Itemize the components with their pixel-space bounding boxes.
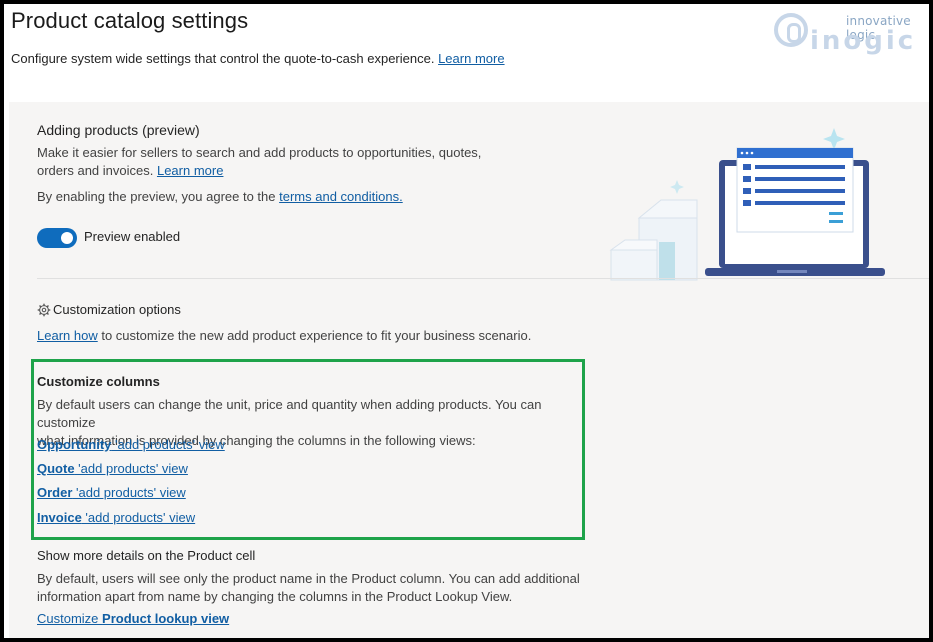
- laptop-illustration-icon: [609, 128, 885, 281]
- terms-prefix: By enabling the preview, you agree to th…: [37, 189, 276, 204]
- preview-toggle-label: Preview enabled: [84, 229, 181, 244]
- view-link-bold: Order: [37, 485, 73, 500]
- adding-products-desc-line2-wrap: orders and invoices. Learn more: [37, 162, 497, 180]
- product-lookup-link-bold: Product lookup view: [102, 611, 230, 626]
- logo-mark-icon: [774, 13, 808, 47]
- product-cell-title: Show more details on the Product cell: [37, 548, 256, 563]
- adding-products-desc-line1: Make it easier for sellers to search and…: [37, 145, 482, 160]
- adding-products-desc-line2: orders and invoices.: [37, 163, 154, 178]
- section-divider: [37, 278, 929, 279]
- gear-icon: [37, 303, 51, 317]
- adding-products-learn-more-link[interactable]: Learn more: [157, 163, 223, 178]
- opportunity-view-link[interactable]: Opportunity 'add products' view: [37, 437, 225, 452]
- view-link-bold: Quote: [37, 461, 75, 476]
- product-lookup-view-link[interactable]: Customize Product lookup view: [37, 611, 229, 626]
- terms-text: By enabling the preview, you agree to th…: [37, 188, 403, 206]
- logo-wordmark: inogic: [810, 26, 917, 56]
- settings-window: Product catalog settings Configure syste…: [4, 4, 929, 638]
- view-link-rest: 'add products' view: [72, 485, 186, 500]
- view-link-bold: Invoice: [37, 510, 82, 525]
- customize-columns-title: Customize columns: [37, 374, 160, 389]
- product-cell-description: By default, users will see only the prod…: [37, 570, 597, 606]
- invoice-view-link[interactable]: Invoice 'add products' view: [37, 510, 195, 525]
- preview-toggle[interactable]: [37, 228, 77, 248]
- adding-products-description: Make it easier for sellers to search and…: [37, 144, 497, 180]
- product-lookup-link-prefix: Customize: [37, 611, 103, 626]
- product-cell-desc-line1: By default, users will see only the prod…: [37, 571, 580, 586]
- page-description: Configure system wide settings that cont…: [11, 51, 505, 66]
- header-learn-more-link[interactable]: Learn more: [438, 51, 504, 66]
- quote-view-link[interactable]: Quote 'add products' view: [37, 461, 188, 476]
- product-cell-desc-line2: information apart from name by changing …: [37, 589, 513, 604]
- customization-learn-how: Learn how to customize the new add produ…: [37, 327, 531, 345]
- toggle-knob: [61, 232, 73, 244]
- learn-how-suffix: to customize the new add product experie…: [101, 328, 532, 343]
- adding-products-title: Adding products (preview): [37, 122, 200, 138]
- learn-how-link[interactable]: Learn how: [37, 328, 98, 343]
- settings-panel: Adding products (preview) Make it easier…: [9, 102, 929, 638]
- view-link-bold: Opportunity: [37, 437, 112, 452]
- view-link-rest: 'add products' view: [74, 461, 188, 476]
- terms-and-conditions-link[interactable]: terms and conditions.: [279, 189, 403, 204]
- view-link-rest: 'add products' view: [81, 510, 196, 525]
- customization-options-title: Customization options: [53, 302, 181, 317]
- order-view-link[interactable]: Order 'add products' view: [37, 485, 186, 500]
- customize-columns-desc-line1: By default users can change the unit, pr…: [37, 397, 542, 430]
- view-link-rest: 'add products' view: [111, 437, 225, 452]
- page-description-text: Configure system wide settings that cont…: [11, 51, 435, 66]
- page-title: Product catalog settings: [11, 8, 249, 33]
